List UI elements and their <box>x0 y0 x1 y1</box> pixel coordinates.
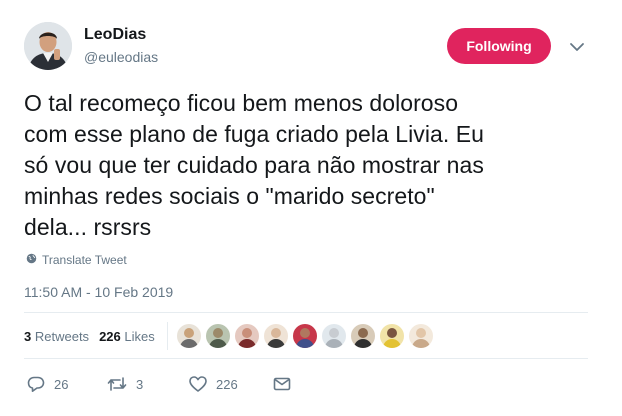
liker-avatar[interactable] <box>320 323 347 349</box>
liker-avatar-body <box>266 339 285 348</box>
liker-avatar[interactable] <box>262 323 289 349</box>
retweets-label: Retweets <box>34 328 90 344</box>
stats-separator <box>166 322 168 350</box>
liker-avatar[interactable] <box>291 323 318 349</box>
retweet-button[interactable]: 3 <box>106 374 188 394</box>
chevron-down-icon[interactable] <box>568 38 586 56</box>
likes-label: Likes <box>124 328 155 344</box>
tweet-actions: 26 3 226 <box>26 373 292 395</box>
liker-avatar-head <box>270 328 281 338</box>
liker-avatar[interactable] <box>378 323 405 349</box>
tweet-text: O tal recomeço ficou bem menos doloroso … <box>24 90 484 240</box>
liker-avatar[interactable] <box>407 323 434 349</box>
likes-stat[interactable]: 226 Likes <box>99 329 155 344</box>
divider <box>24 358 588 359</box>
liker-avatar[interactable] <box>349 323 376 349</box>
liker-avatar-body <box>295 339 314 348</box>
translate-tweet-label: Translate Tweet <box>42 253 127 267</box>
envelope-icon <box>272 374 292 394</box>
following-button[interactable]: Following <box>447 28 551 64</box>
liker-avatar-body <box>324 339 343 348</box>
divider <box>24 312 588 313</box>
liker-avatar[interactable] <box>204 323 231 349</box>
reply-button[interactable]: 26 <box>26 374 106 394</box>
retweets-stat[interactable]: 3 Retweets <box>24 329 89 344</box>
liker-avatar-head <box>183 328 194 338</box>
likers-avatars <box>175 323 437 349</box>
liker-avatar-head <box>386 328 397 338</box>
author-avatar[interactable] <box>24 22 72 70</box>
direct-message-button[interactable] <box>272 374 292 394</box>
liker-avatar-body <box>353 339 372 348</box>
retweet-count: 3 <box>136 376 144 392</box>
retweet-icon <box>106 374 128 394</box>
liker-avatar-body <box>382 339 401 348</box>
like-count: 226 <box>216 376 238 392</box>
like-button[interactable]: 226 <box>188 374 272 394</box>
liker-avatar[interactable] <box>233 323 260 349</box>
tweet-card: LeoDias @euleodias Following O tal recom… <box>0 0 622 416</box>
liker-avatar-body <box>411 339 430 348</box>
heart-icon <box>188 374 208 394</box>
translate-tweet-link[interactable]: Translate Tweet <box>26 253 127 267</box>
liker-avatar[interactable] <box>175 323 202 349</box>
liker-avatar-body <box>179 339 198 348</box>
globe-icon <box>26 253 42 267</box>
reply-icon <box>26 374 46 394</box>
tweet-stats: 3 Retweets 226 Likes <box>24 322 437 350</box>
liker-avatar-head <box>212 328 223 338</box>
liker-avatar-body <box>208 339 227 348</box>
liker-avatar-head <box>299 328 310 338</box>
liker-avatar-head <box>328 328 339 338</box>
liker-avatar-body <box>237 339 256 348</box>
liker-avatar-head <box>415 328 426 338</box>
author-handle[interactable]: @euleodias <box>84 49 158 65</box>
liker-avatar-head <box>357 328 368 338</box>
tweet-timestamp[interactable]: 11:50 AM - 10 Feb 2019 <box>24 284 173 300</box>
liker-avatar-head <box>241 328 252 338</box>
author-display-name[interactable]: LeoDias <box>84 26 146 44</box>
likes-count: 226 <box>99 328 121 344</box>
retweets-count: 3 <box>24 328 32 344</box>
reply-count: 26 <box>54 376 69 392</box>
